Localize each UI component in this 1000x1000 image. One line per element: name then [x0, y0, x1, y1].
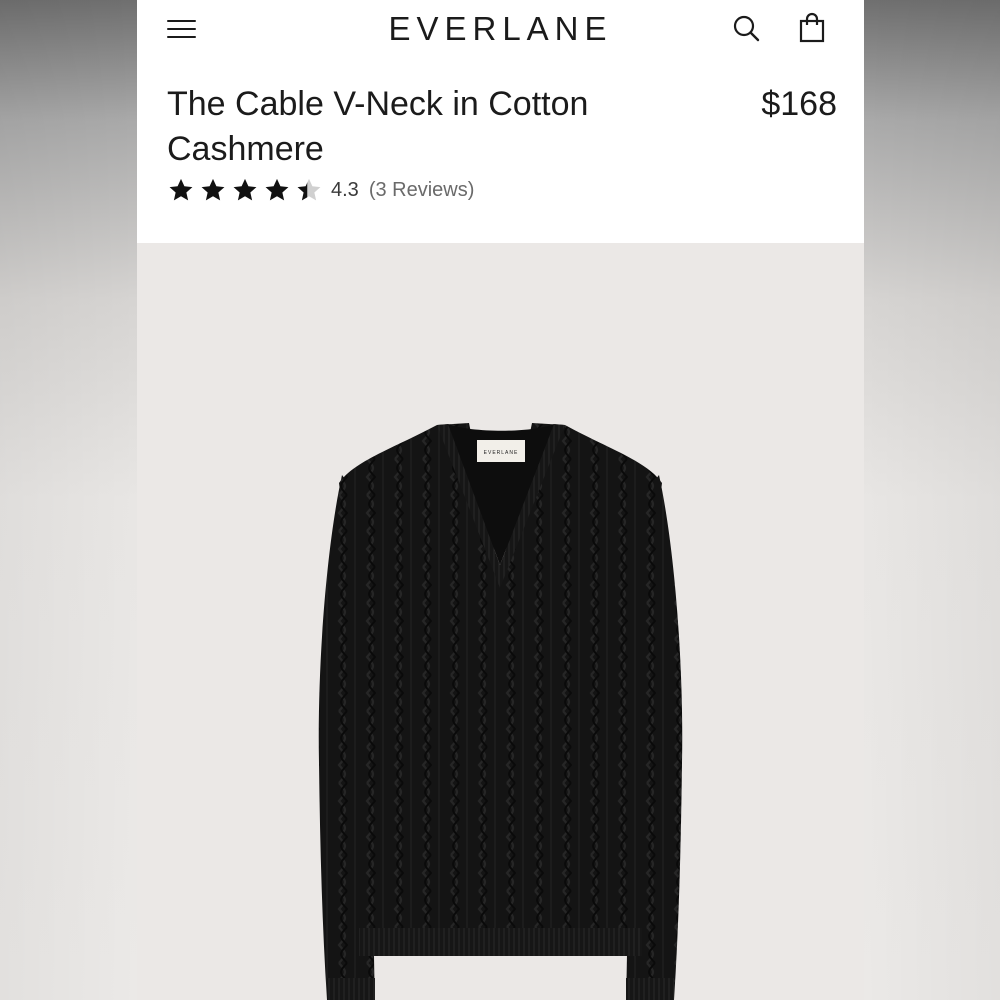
- backdrop-left: [0, 0, 137, 1000]
- partial-star-icon: [297, 178, 321, 201]
- shopping-bag-icon[interactable]: [797, 11, 829, 45]
- sweater-illustration: EVERLANE: [318, 423, 683, 1000]
- product-price: $168: [761, 85, 837, 123]
- reviews-link[interactable]: (3 Reviews): [369, 179, 475, 202]
- search-icon[interactable]: [731, 13, 763, 45]
- star-icon: [233, 178, 257, 201]
- top-navigation-bar: EVERLANE: [137, 0, 864, 62]
- rating-summary[interactable]: 4.3 (3 Reviews): [167, 176, 474, 204]
- rating-value: 4.3: [331, 178, 359, 201]
- star-icon: [169, 178, 193, 201]
- backdrop-right: [864, 0, 1000, 1000]
- star-icon: [265, 178, 289, 201]
- product-page: EVERLANE The Cable V-Neck in Cotton Cash…: [137, 0, 864, 1000]
- product-title: The Cable V-Neck in Cotton Cashmere: [167, 85, 589, 168]
- star-icon: [201, 178, 225, 201]
- product-image[interactable]: EVERLANE: [137, 243, 864, 1000]
- star-rating: [167, 176, 323, 204]
- garment-tag-text: EVERLANE: [484, 450, 519, 456]
- product-header: The Cable V-Neck in Cotton Cashmere $168: [167, 82, 837, 172]
